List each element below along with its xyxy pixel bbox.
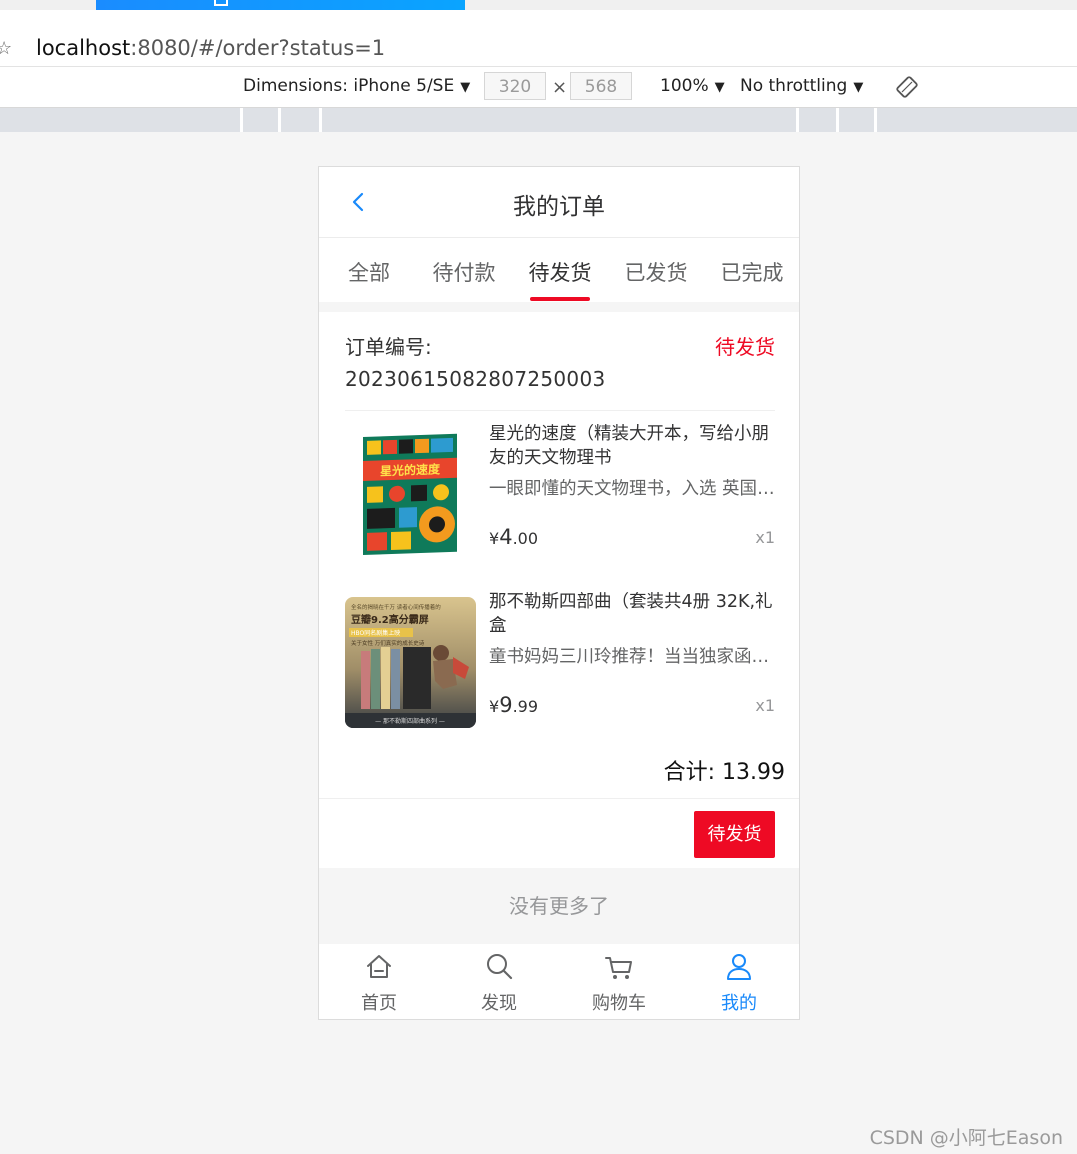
dimensions-dropdown[interactable]: Dimensions: iPhone 5/SE ▼ bbox=[243, 76, 470, 96]
cover-subline: 关于女性 万们真实的成长史诗 bbox=[351, 639, 425, 647]
item-quantity: x1 bbox=[755, 696, 775, 715]
order-item[interactable]: 全名的揭晓在千万 读者心间传播着的 豆瓣9.2高分霸屏 HBO同名剧集上映 关于… bbox=[319, 590, 799, 730]
tabbar-item-home[interactable]: 首页 bbox=[319, 944, 439, 1019]
order-status: 待发货 bbox=[715, 335, 775, 359]
tab-completed[interactable]: 已完成 bbox=[704, 257, 799, 287]
item-description: 童书妈妈三川玲推荐！当当独家函套装 bbox=[489, 647, 781, 667]
book-cover-image: 星光的速度 bbox=[345, 429, 476, 560]
order-total: 合计: 13.99 bbox=[663, 760, 785, 785]
url-host: localhost bbox=[36, 36, 131, 60]
home-icon bbox=[367, 955, 391, 978]
ruler-tick bbox=[874, 108, 877, 132]
browser-active-tab[interactable] bbox=[96, 0, 465, 10]
item-price: ¥4.00 bbox=[489, 525, 538, 549]
throttling-label: No throttling bbox=[740, 76, 848, 96]
order-number: 20230615082807250003 bbox=[345, 367, 606, 391]
user-icon bbox=[727, 954, 751, 980]
tabbar-label: 首页 bbox=[361, 993, 397, 1014]
cover-series: — 那不勒斯四部曲系列 — bbox=[375, 717, 445, 725]
tab-pending-shipment[interactable]: 待发货 bbox=[512, 257, 608, 287]
item-title: 那不勒斯四部曲（套装共4册 32K,礼盒 bbox=[489, 592, 773, 636]
divider bbox=[345, 410, 775, 411]
item-description: 一眼即懂的天文物理书，入选 英国皇家学会青少年科学图书奖 bbox=[489, 479, 781, 499]
currency-symbol: ¥ bbox=[489, 697, 500, 716]
star-icon[interactable]: ☆ bbox=[0, 38, 12, 59]
tab-all[interactable]: 全部 bbox=[321, 257, 417, 287]
tab-shipped[interactable]: 已发货 bbox=[608, 257, 704, 287]
price-integer: 4 bbox=[499, 525, 513, 549]
tabbar-label: 购物车 bbox=[592, 993, 646, 1014]
list-end-text: 没有更多了 bbox=[319, 868, 799, 944]
tabbar-item-mine[interactable]: 我的 bbox=[679, 944, 799, 1019]
cart-icon bbox=[605, 957, 632, 979]
page-title: 我的订单 bbox=[513, 194, 605, 220]
rotate-device-icon[interactable] bbox=[896, 76, 918, 98]
tab-pending-payment[interactable]: 待付款 bbox=[416, 257, 512, 287]
zoom-label: 100% bbox=[660, 76, 709, 96]
cover-headline: 豆瓣9.2高分霸屏 bbox=[351, 613, 429, 626]
item-quantity: x1 bbox=[755, 528, 775, 547]
price-decimal: .00 bbox=[512, 529, 539, 548]
order-actions: 待发货 bbox=[319, 798, 799, 869]
caret-down-icon: ▼ bbox=[853, 80, 864, 95]
caret-down-icon: ▼ bbox=[714, 80, 725, 95]
order-status-tabs: 全部 待付款 待发货 已发货 已完成 bbox=[319, 238, 799, 302]
search-icon bbox=[487, 954, 513, 980]
item-title: 星光的速度（精装大开本，写给小朋友的天文物理书 bbox=[489, 424, 769, 468]
tabbar-label: 发现 bbox=[481, 993, 517, 1014]
order-item[interactable]: 星光的速度 星光的速度（精装大开本，写给小朋友的天文物理书 一眼即懂的天文物理书… bbox=[319, 422, 799, 562]
bottom-tabbar: 首页 发现 购物车 我的 bbox=[319, 944, 799, 1019]
height-input[interactable]: 568 bbox=[570, 72, 632, 100]
throttling-dropdown[interactable]: No throttling ▼ bbox=[740, 76, 863, 96]
dimension-separator: × bbox=[552, 77, 568, 98]
pending-shipment-button[interactable]: 待发货 bbox=[694, 811, 775, 858]
dimensions-label: Dimensions: iPhone 5/SE bbox=[243, 76, 455, 96]
media-query-ruler[interactable] bbox=[0, 108, 1077, 132]
tabbar-label: 我的 bbox=[721, 993, 757, 1014]
tabbar-item-cart[interactable]: 购物车 bbox=[559, 944, 679, 1019]
caret-down-icon: ▼ bbox=[460, 80, 471, 95]
book-cover-title: 星光的速度 bbox=[380, 461, 441, 478]
width-input[interactable]: 320 bbox=[484, 72, 546, 100]
book-cover-image: 全名的揭晓在千万 读者心间传播着的 豆瓣9.2高分霸屏 HBO同名剧集上映 关于… bbox=[345, 597, 476, 728]
url-text[interactable]: localhost:8080/#/order?status=1 bbox=[36, 36, 385, 60]
tabbar-item-discover[interactable]: 发现 bbox=[439, 944, 559, 1019]
item-price: ¥9.99 bbox=[489, 693, 538, 717]
device-viewport: 我的订单 全部 待付款 待发货 已发货 已完成 订单编号: 待发货 202306… bbox=[318, 166, 800, 1020]
price-decimal: .99 bbox=[512, 697, 539, 716]
cover-badge: HBO同名剧集上映 bbox=[351, 629, 400, 637]
nav-bar: 我的订单 bbox=[319, 167, 799, 238]
ruler-tick bbox=[278, 108, 281, 132]
price-integer: 9 bbox=[499, 693, 513, 717]
ruler-tick bbox=[796, 108, 799, 132]
active-tab-indicator bbox=[530, 297, 590, 301]
cover-tagline: 全名的揭晓在千万 读者心间传播着的 bbox=[351, 603, 441, 611]
watermark: CSDN @小阿七Eason bbox=[869, 1127, 1063, 1149]
ruler-tick bbox=[319, 108, 322, 132]
address-bar[interactable]: ☆ localhost:8080/#/order?status=1 bbox=[0, 10, 1077, 67]
ruler-tick bbox=[836, 108, 839, 132]
url-path: :8080/#/order?status=1 bbox=[130, 36, 386, 60]
zoom-dropdown[interactable]: 100% ▼ bbox=[660, 76, 725, 96]
tab-favicon-icon bbox=[214, 0, 228, 6]
order-number-label: 订单编号: bbox=[345, 335, 432, 359]
ruler-tick bbox=[240, 108, 243, 132]
currency-symbol: ¥ bbox=[489, 529, 500, 548]
section-gap bbox=[319, 302, 799, 312]
